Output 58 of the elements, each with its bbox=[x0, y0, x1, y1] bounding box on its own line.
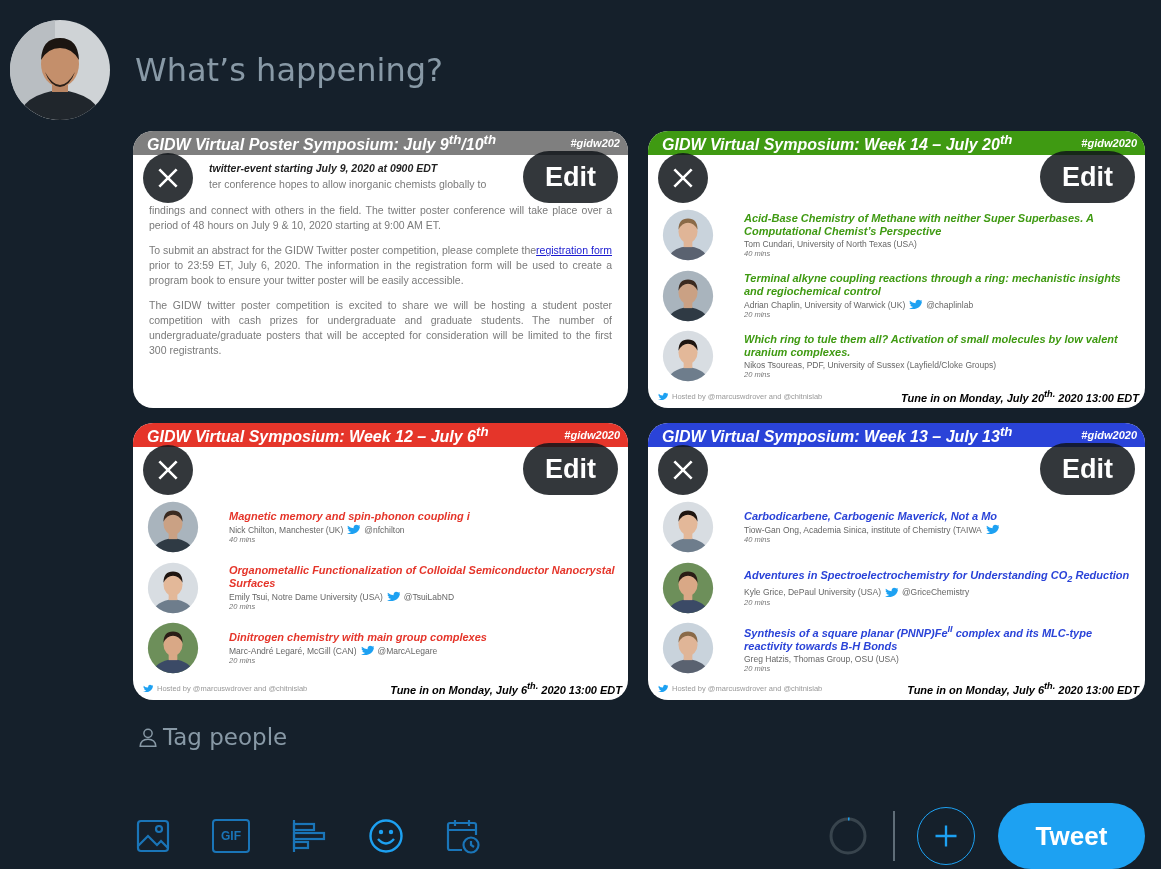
remove-image-button[interactable] bbox=[658, 445, 708, 496]
speaker-name: Emily Tsui, Notre Dame University (USA) bbox=[229, 591, 383, 602]
speaker-name: Tiow-Gan Ong, Academia Sinica, institute of Chemistry (TAIWA bbox=[744, 524, 982, 535]
speaker-name: Nikos Tsoureas, PDF, University of Sussex (Layfield/Cloke Groups) bbox=[744, 360, 997, 371]
broadcast-time: Tune in on Monday, July 20$^{th.}$ 2020 13:00 EDT bbox=[901, 388, 1139, 404]
compose-field[interactable]: What’s happening? bbox=[133, 46, 737, 95]
emoji-icon[interactable] bbox=[368, 818, 404, 854]
bird-icon bbox=[658, 683, 668, 693]
bird-icon bbox=[143, 683, 153, 693]
talk-title: Adventures in Spectroelectrochemistry for Understanding CO$_{2}$ Reduction bbox=[744, 568, 1131, 586]
poster-paragraph: To submit an abstract for the GIDW Twitter poster competition, please complete theregistration form prior to 23:59 ET, July 6, 2020. The information in the registration form will be used to create a program book to ensure your twitter poster will be easily accessible. bbox=[149, 243, 612, 289]
poster-title: GIDW Virtual Symposium: Week 14 – July 20$^{th}$ bbox=[662, 132, 1013, 155]
talk-title: Carbodicarbene, Carbogenic Maverick, Not a Mo bbox=[744, 510, 999, 524]
poster-title: GIDW Virtual Symposium: Week 13 – July 13$^{th}$ bbox=[662, 424, 1013, 447]
remove-image-button[interactable] bbox=[143, 153, 193, 204]
tag-people-button[interactable]: Tag people bbox=[133, 720, 292, 753]
twitter-handle: @MarcALegare bbox=[377, 645, 438, 656]
speaker-name: Adrian Chaplin, University of Warwick (UK) bbox=[744, 299, 906, 310]
speaker-name: Greg Hatzis, Thomas Group, OSU (USA) bbox=[744, 653, 899, 664]
edit-button[interactable]: Edit bbox=[1040, 151, 1135, 204]
registration-link[interactable]: registration form bbox=[536, 244, 612, 257]
poster-paragraph: findings and connect with others in the field. The twitter poster conference will take place over a period of 48 hours on July 9 & 10, 2020 starting at 9:00 AM ET. bbox=[149, 203, 612, 234]
remove-image-button[interactable] bbox=[658, 153, 708, 204]
image-icon[interactable] bbox=[135, 818, 171, 854]
talk-title: Terminal alkyne coupling reactions through a ring: mechanistic insights and regiochemical control bbox=[744, 272, 1122, 299]
edit-button[interactable]: Edit bbox=[523, 151, 618, 204]
talk-title: Magnetic memory and spin-phonon coupling i bbox=[229, 510, 471, 524]
broadcast-time: Tune in on Monday, July 6$^{th.}$ 2020 13:00 EDT bbox=[907, 680, 1139, 696]
talk-title: Acid-Base Chemistry of Methane with neither Super Superbases. A Computational Chemist’s Perspective bbox=[744, 212, 1095, 239]
talk-title: Dinitrogen chemistry with main group complexes bbox=[229, 631, 488, 645]
schedule-icon[interactable] bbox=[445, 818, 481, 854]
twitter-handle: @chaplinlab bbox=[926, 299, 974, 310]
hashtag: #gidw2020 bbox=[1081, 137, 1137, 150]
broadcast-time: Tune in on Monday, July 6$^{th.}$ 2020 13:00 EDT bbox=[390, 680, 622, 696]
poster-subtitle: twitter-event starting July 9, 2020 at 0900 EDT bbox=[209, 161, 438, 177]
hashtag: #gidw2020 bbox=[1081, 429, 1137, 442]
poster-title: GIDW Virtual Symposium: Week 12 – July 6$^{th}$ bbox=[147, 424, 489, 447]
speaker-name: Nick Chilton, Manchester (UK) bbox=[229, 524, 344, 535]
twitter-handle: @nfchilton bbox=[364, 524, 405, 535]
talk-title: Synthesis of a square planar (PNNP)Fe$^{II}$ complex and its MLC-type reactivity towards B-H Bonds bbox=[744, 623, 1093, 653]
poster-paragraph: ter conference hopes to allow inorganic chemists globally to bbox=[209, 177, 487, 193]
bird-icon bbox=[658, 391, 668, 401]
edit-button[interactable]: Edit bbox=[1040, 443, 1135, 496]
edit-button[interactable]: Edit bbox=[523, 443, 618, 496]
speaker-name: Marc-André Legaré, McGill (CAN) bbox=[229, 645, 357, 656]
twitter-handle: @GriceChemistry bbox=[902, 587, 970, 598]
talk-title: Which ring to tule them all? Activation of small molecules by low valent uranium complexes. bbox=[744, 333, 1119, 360]
poster-title: GIDW Virtual Poster Symposium: July 9$^{th}$/10$^{th}$ bbox=[147, 132, 497, 155]
poll-icon[interactable] bbox=[291, 818, 327, 854]
hashtag: #gidw2020 bbox=[564, 429, 620, 442]
talk-title: Organometallic Functionalization of Colloidal Semiconductor Nanocrystal Surfaces bbox=[229, 564, 616, 591]
hashtag: #gidw202 bbox=[570, 137, 620, 150]
character-counter bbox=[828, 816, 868, 856]
twitter-handle: @TsuiLabND bbox=[403, 591, 455, 602]
speaker-name: Kyle Grice, DePaul University (USA) bbox=[744, 587, 881, 598]
poster-paragraph: The GIDW twitter poster competition is excited to share we will be hosting a student poster competition with cash prizes for undergraduate and graduate students. The number of undergraduate/graduate posters that will be accepted for consideration will be limited to the first 300 registrants. bbox=[149, 298, 612, 359]
speaker-name: Tom Cundari, University of North Texas (USA) bbox=[744, 239, 917, 250]
remove-image-button[interactable] bbox=[143, 445, 193, 496]
